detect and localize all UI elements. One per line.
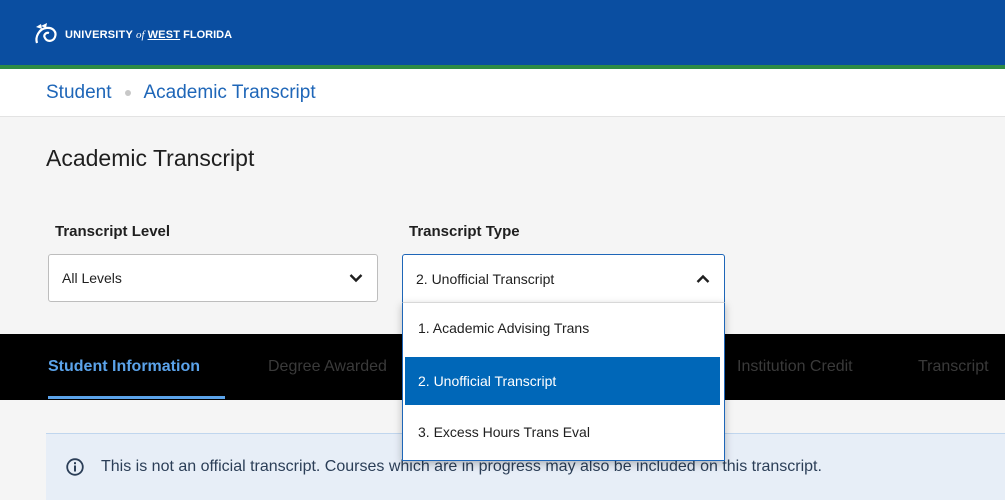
university-logo[interactable]: UNIVERSITY of WEST FLORIDA — [33, 23, 232, 47]
breadcrumb-item-student[interactable]: Student — [46, 82, 112, 104]
tab-transcript[interactable]: Transcript — [918, 358, 989, 376]
transcript-type-select[interactable]: 2. Unofficial Transcript — [402, 254, 725, 303]
nautilus-logo-icon — [35, 23, 57, 44]
top-header-bar: UNIVERSITY of WEST FLORIDA — [0, 0, 1005, 69]
transcript-level-label: Transcript Level — [55, 223, 171, 240]
chevron-up-icon — [696, 274, 710, 283]
page-title: Academic Transcript — [46, 145, 255, 171]
logo-text-of: of — [136, 29, 145, 41]
tab-institution-credit[interactable]: Institution Credit — [737, 358, 853, 376]
logo-text-university: UNIVERSITY — [65, 29, 134, 41]
breadcrumb-item-academic-transcript[interactable]: Academic Transcript — [144, 82, 316, 104]
logo-text-florida: FLORIDA — [183, 29, 233, 41]
chevron-down-icon — [349, 274, 363, 283]
option-unofficial-transcript[interactable]: 2. Unofficial Transcript — [405, 357, 720, 405]
transcript-level-select[interactable]: All Levels — [48, 254, 378, 302]
tab-degree-awarded[interactable]: Degree Awarded — [268, 358, 387, 376]
logo-text-west: WEST — [147, 29, 181, 41]
tab-student-information[interactable]: Student Information — [48, 358, 200, 376]
transcript-level-value: All Levels — [62, 270, 122, 286]
info-icon — [66, 458, 84, 476]
option-academic-advising[interactable]: 1. Academic Advising Trans — [405, 304, 720, 352]
option-excess-hours[interactable]: 3. Excess Hours Trans Eval — [405, 408, 720, 456]
transcript-type-label: Transcript Type — [409, 223, 520, 240]
transcript-type-dropdown: 1. Academic Advising Trans 2. Unofficial… — [402, 302, 725, 461]
transcript-type-value: 2. Unofficial Transcript — [416, 270, 555, 287]
breadcrumb-separator — [124, 89, 131, 96]
breadcrumb: Student Academic Transcript — [0, 69, 1005, 117]
active-tab-indicator — [48, 396, 225, 399]
